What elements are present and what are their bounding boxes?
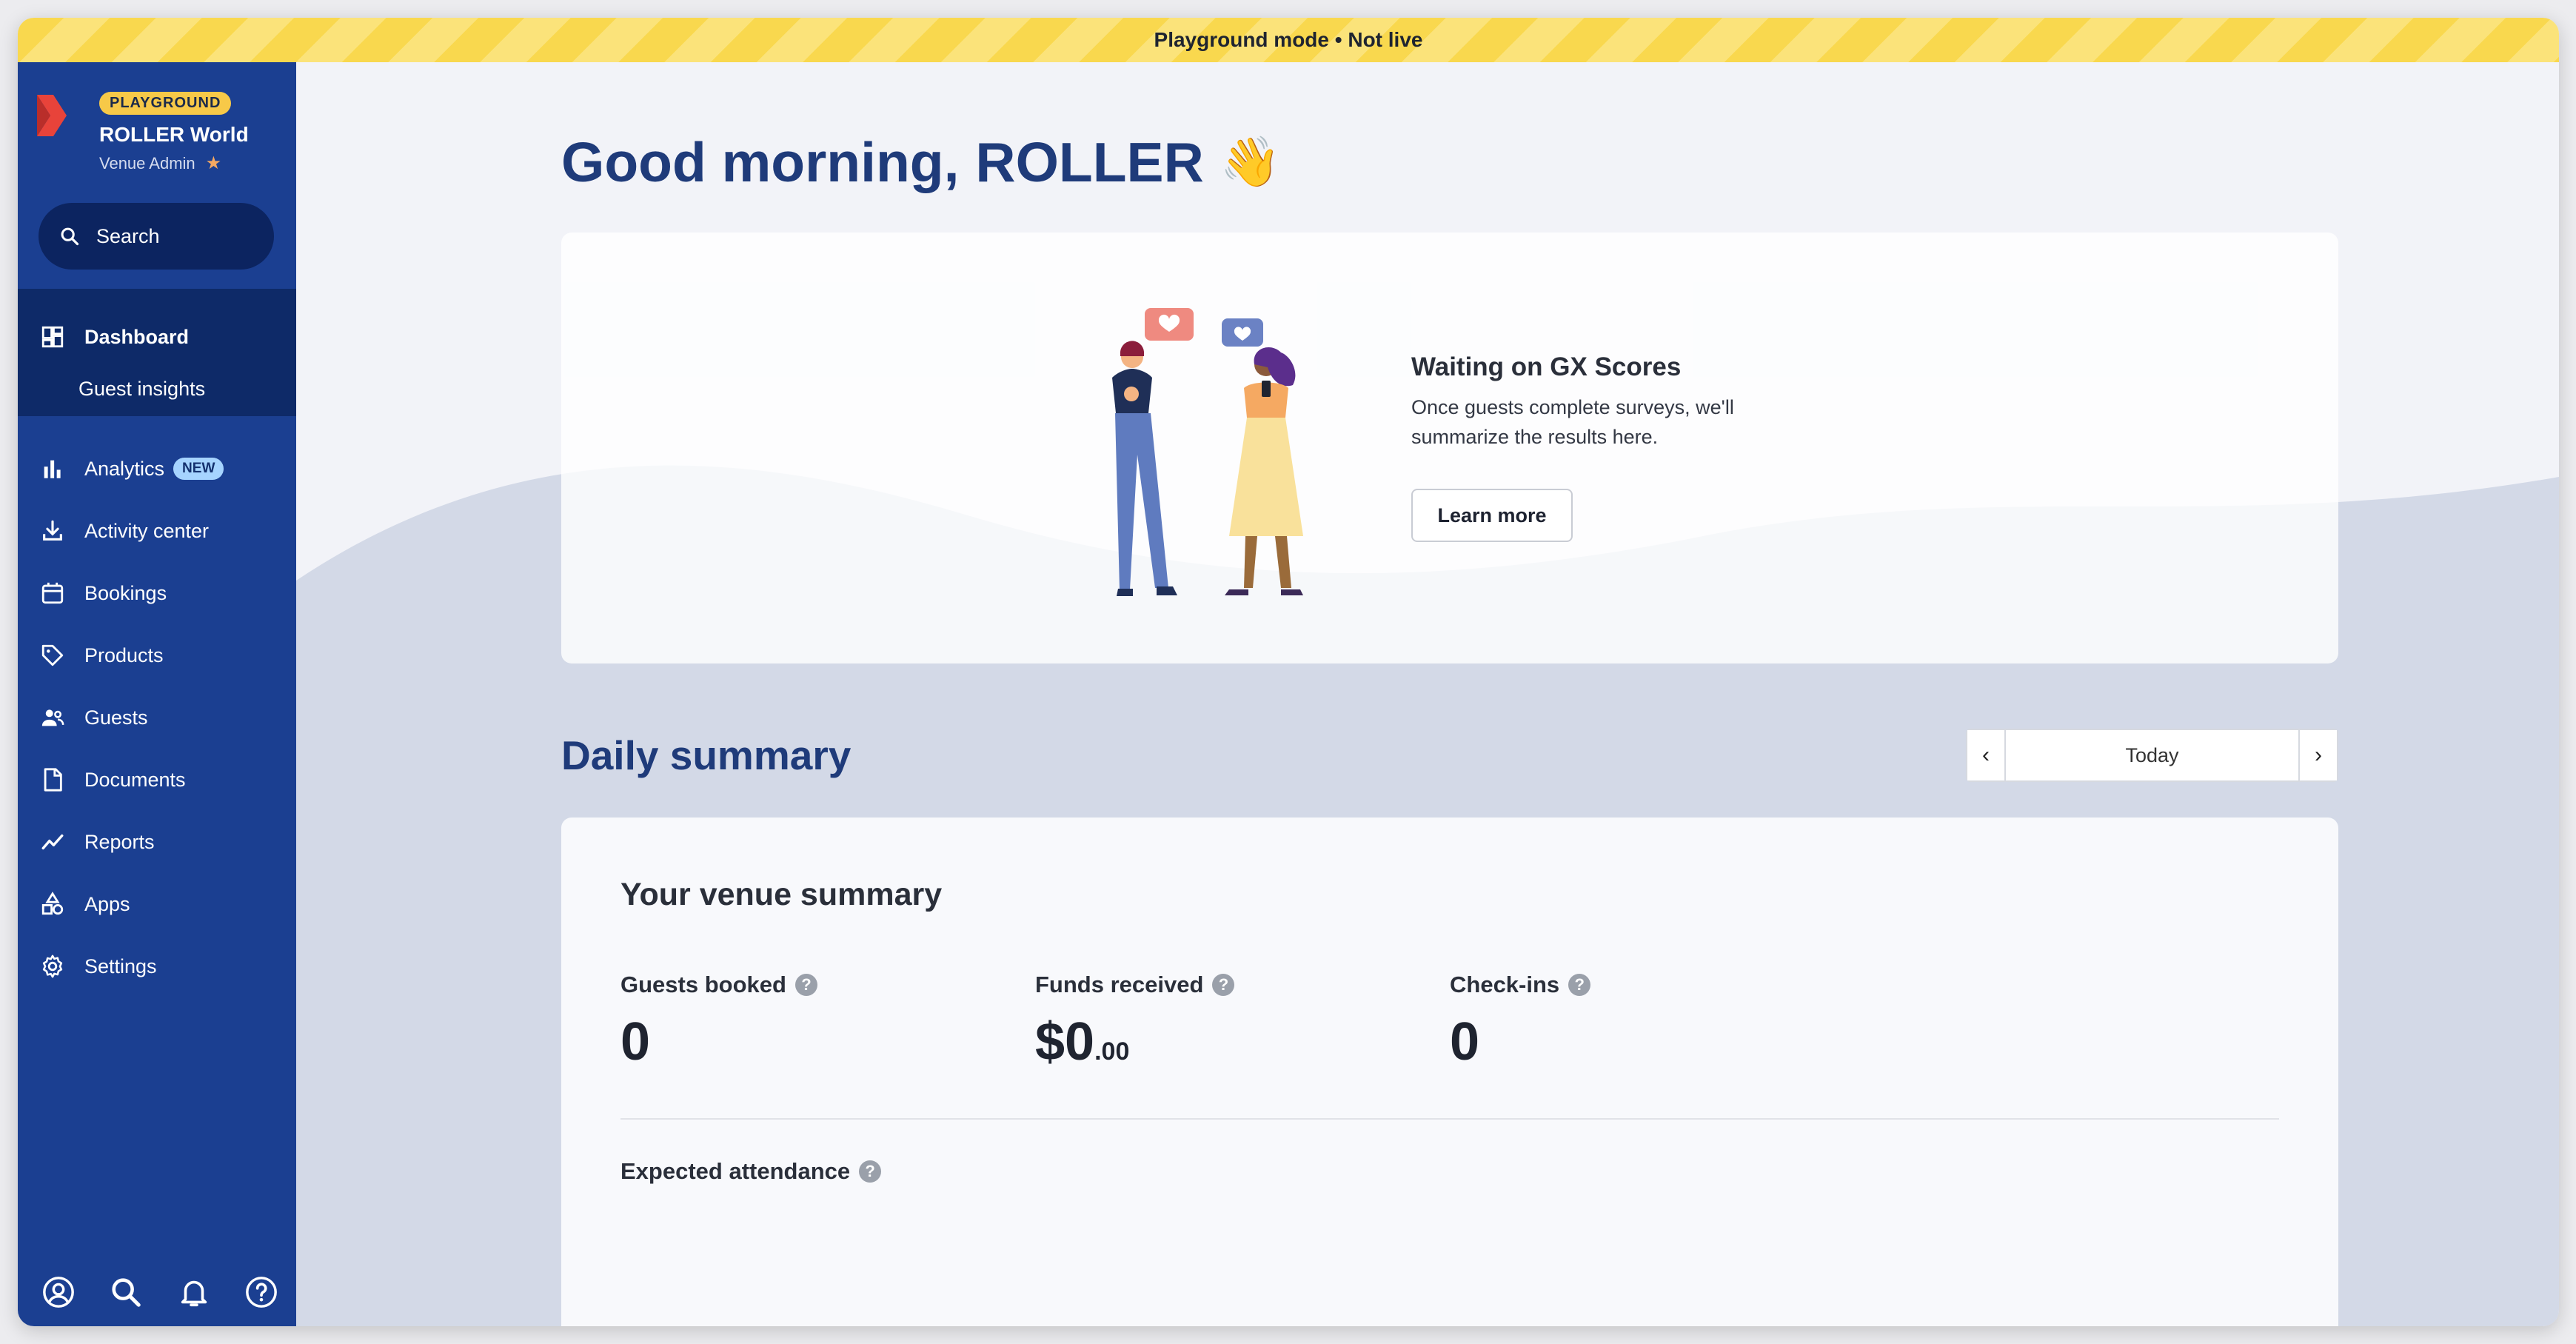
metric-value: 0: [1450, 1012, 1480, 1071]
help-icon[interactable]: ?: [1212, 974, 1235, 996]
metric-label-text: Funds received: [1035, 972, 1204, 997]
gx-title: Waiting on GX Scores: [1411, 352, 1682, 381]
account-icon[interactable]: [41, 1275, 76, 1309]
sidebar-footer: [34, 1263, 286, 1322]
shapes-icon: [41, 892, 64, 915]
chevron-left-icon: ‹: [1982, 743, 1990, 767]
guests-illustration: [1112, 308, 1303, 596]
sidebar-item-bookings[interactable]: Bookings: [18, 567, 296, 619]
greeting-heading: Good morning, ROLLER 👋: [561, 130, 1281, 194]
venue-switcher[interactable]: PLAYGROUND ROLLER World Venue Admin ★: [37, 89, 281, 178]
sidebar-item-label: Apps: [84, 892, 130, 915]
search-icon: [61, 227, 79, 246]
metric-label: Check-ins ?: [1450, 972, 1591, 998]
sidebar-item-analytics[interactable]: Analytics NEW: [18, 443, 296, 495]
playground-badge: PLAYGROUND: [99, 92, 232, 115]
sidebar-item-label: Dashboard: [84, 325, 190, 348]
main-content: Good morning, ROLLER 👋 Waiting on GX Sco…: [296, 62, 2559, 1326]
sidebar-item-activity-center[interactable]: Activity center: [18, 505, 296, 557]
search-icon[interactable]: [109, 1275, 143, 1309]
sidebar-item-documents[interactable]: Documents: [18, 754, 296, 806]
people-icon: [41, 709, 64, 726]
metric-funds-received: Funds received ? $0.00: [1035, 972, 1235, 1072]
download-tray-icon: [43, 520, 62, 541]
sidebar-item-products[interactable]: Products: [18, 629, 296, 681]
daily-summary-title: Daily summary: [561, 732, 852, 778]
metric-value: $0.00: [1035, 1012, 1234, 1072]
star-icon: ★: [205, 153, 222, 173]
bar-chart-icon: [44, 460, 61, 478]
next-day-button[interactable]: ›: [2300, 730, 2337, 780]
sidebar-item-label: Settings: [84, 954, 157, 977]
venue-summary-title: Your venue summary: [620, 877, 943, 912]
banner-text: Playground mode • Not live: [1154, 28, 1423, 51]
new-badge: NEW: [173, 458, 224, 480]
greeting-user: ROLLER: [975, 131, 1204, 193]
expected-attendance-label: Expected attendance: [620, 1158, 851, 1184]
sidebar-item-label: Reports: [84, 830, 155, 853]
sidebar: PLAYGROUND ROLLER World Venue Admin ★ Se…: [18, 62, 296, 1326]
sidebar-item-label: Analytics: [84, 457, 165, 480]
gx-scores-card: Waiting on GX Scores Once guests complet…: [561, 233, 2338, 663]
app-window: Playground mode • Not live PLAYGROUND RO…: [18, 18, 2559, 1326]
venue-role-label: Venue Admin: [99, 153, 195, 173]
date-label: Today: [2125, 743, 2179, 766]
divider: [620, 1118, 2279, 1120]
help-icon[interactable]: ?: [859, 1160, 882, 1183]
sidebar-item-apps[interactable]: Apps: [18, 878, 296, 930]
help-icon[interactable]: ?: [1568, 974, 1591, 996]
sidebar-item-guests[interactable]: Guests: [18, 692, 296, 743]
dashboard-icon: [41, 326, 64, 348]
sidebar-item-label: Bookings: [84, 581, 167, 604]
trend-line-icon: [41, 834, 64, 850]
bell-icon[interactable]: [177, 1275, 211, 1309]
gear-icon: [42, 954, 63, 978]
tag-icon: [41, 644, 64, 666]
help-icon[interactable]: [244, 1275, 278, 1309]
metric-check-ins: Check-ins ? 0: [1450, 972, 1591, 1072]
metric-label-text: Check-ins: [1450, 972, 1560, 997]
venue-role: Venue Admin ★: [99, 153, 221, 174]
sidebar-item-label: Guests: [84, 706, 148, 729]
metric-label-text: Guests booked: [620, 972, 786, 997]
sidebar-item-label: Products: [84, 643, 164, 666]
metric-value: 0: [620, 1012, 651, 1071]
sidebar-item-label: Guest insights: [78, 377, 206, 400]
learn-more-button[interactable]: Learn more: [1411, 489, 1573, 542]
calendar-icon: [41, 582, 64, 604]
sidebar-item-dashboard[interactable]: Dashboard: [18, 311, 296, 363]
sidebar-item-guest-insights[interactable]: Guest insights: [18, 363, 296, 415]
metric-label: Guests booked ?: [620, 972, 817, 998]
date-picker[interactable]: Today: [2004, 730, 2300, 780]
expected-attendance: Expected attendance ?: [620, 1158, 882, 1185]
waving-hand-icon: 👋: [1220, 134, 1281, 189]
funds-whole: $0: [1035, 1012, 1095, 1071]
help-icon[interactable]: ?: [794, 974, 817, 996]
document-icon: [44, 768, 62, 792]
playground-banner: Playground mode • Not live: [18, 18, 2559, 62]
date-navigator: ‹ Today ›: [1966, 729, 2338, 782]
sidebar-item-reports[interactable]: Reports: [18, 816, 296, 868]
search-label: Search: [96, 224, 160, 247]
sidebar-item-settings[interactable]: Settings: [18, 940, 296, 992]
funds-cents: .00: [1094, 1037, 1130, 1066]
previous-day-button[interactable]: ‹: [1967, 730, 2004, 780]
sidebar-item-label: Activity center: [84, 519, 210, 542]
greeting-text: Good morning,: [561, 131, 960, 193]
roller-logo-icon: [37, 95, 67, 136]
metric-guests-booked: Guests booked ? 0: [620, 972, 817, 1072]
sidebar-item-label: Documents: [84, 768, 186, 791]
metric-label: Funds received ?: [1035, 972, 1235, 998]
venue-summary-card: Your venue summary Guests booked ? 0 Fun…: [561, 818, 2338, 1326]
search-button[interactable]: Search: [39, 203, 274, 270]
venue-name: ROLLER World: [99, 123, 249, 146]
gx-description: Once guests complete surveys, we'll summ…: [1411, 396, 1734, 448]
chevron-right-icon: ›: [2315, 743, 2322, 767]
